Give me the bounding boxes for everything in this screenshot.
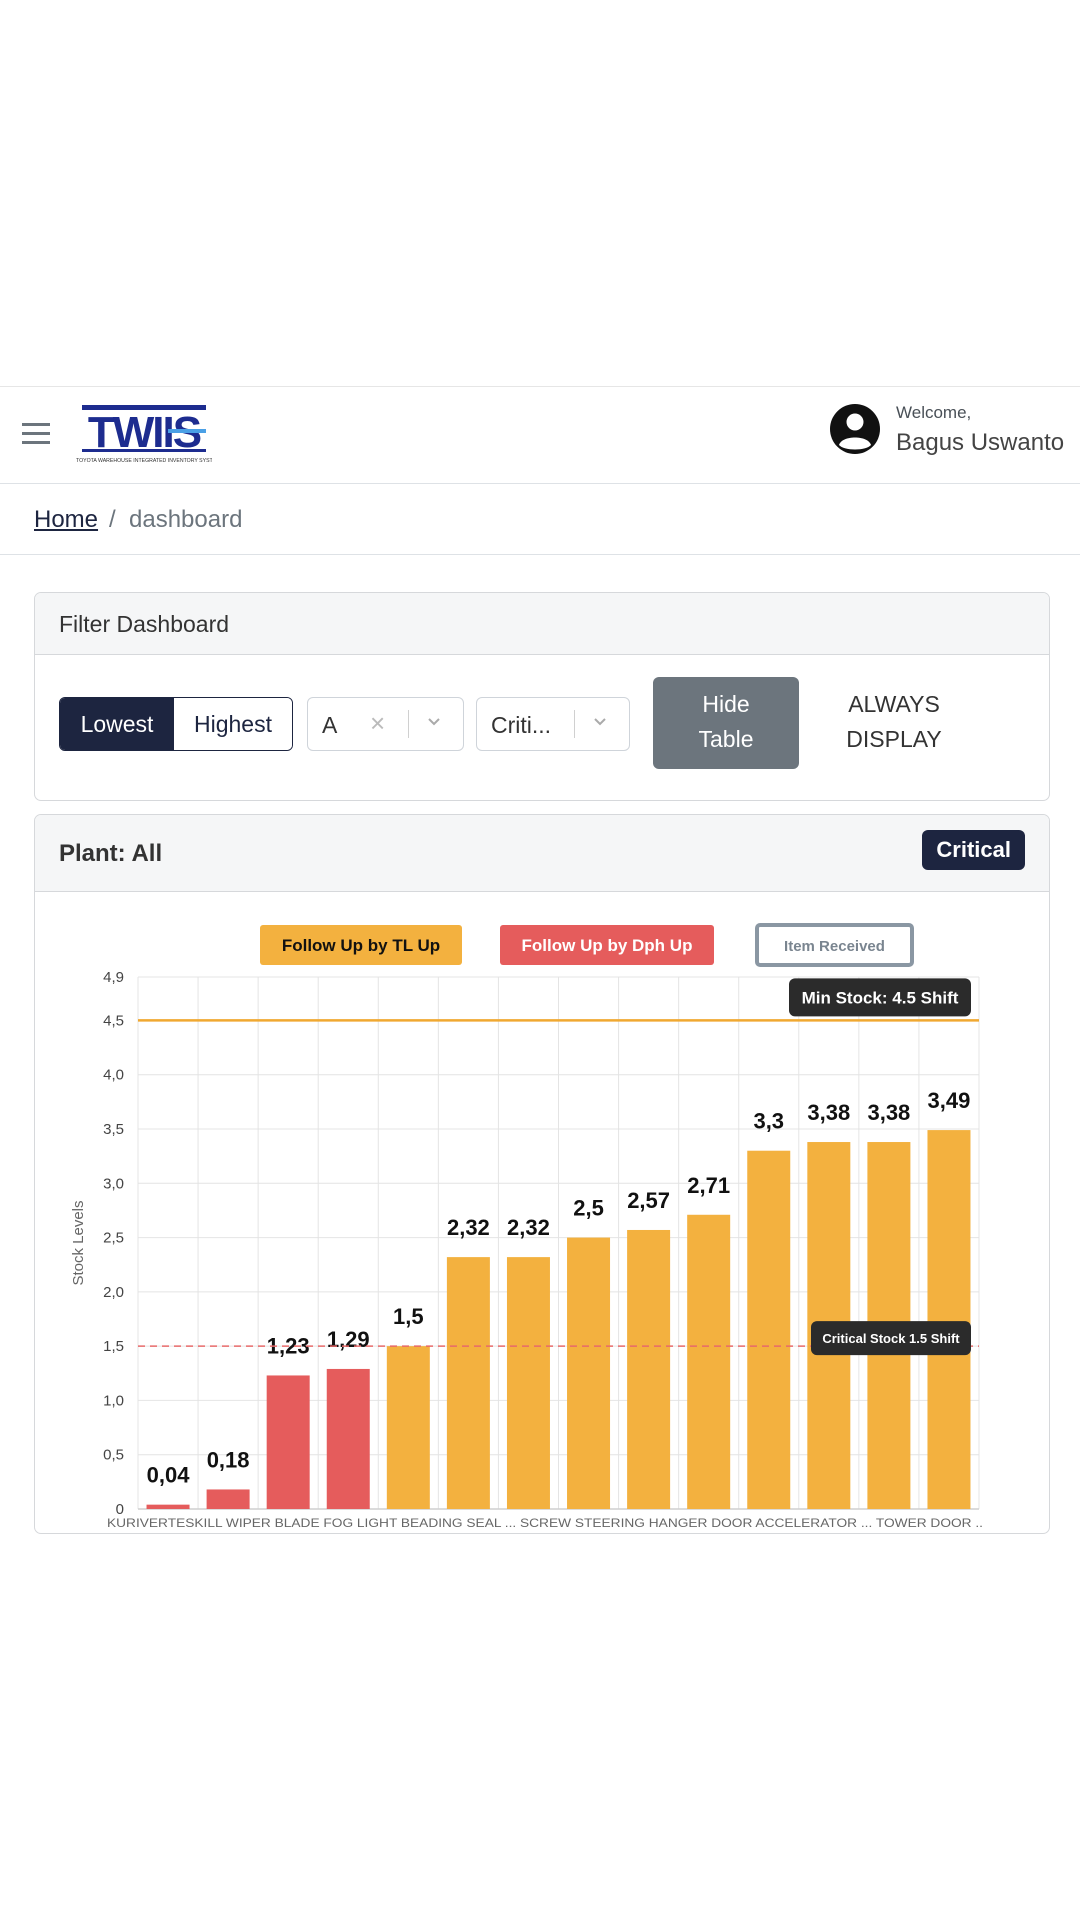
- chart-card-header: Plant: All Critical: [35, 815, 1049, 892]
- breadcrumb-separator: /: [109, 506, 116, 533]
- bar-value-label: 0,04: [147, 1463, 191, 1488]
- bar-value-label: 2,57: [627, 1188, 670, 1213]
- clear-icon[interactable]: ×: [370, 708, 385, 739]
- critical-stock-annotation: Critical Stock 1.5 Shift: [822, 1331, 960, 1346]
- chart-bar[interactable]: [747, 1150, 791, 1509]
- user-avatar-icon[interactable]: [829, 403, 881, 455]
- y-tick-label: 3,5: [103, 1121, 124, 1138]
- y-tick-label: 4,9: [103, 969, 124, 986]
- bar-value-label: 3,49: [928, 1088, 971, 1113]
- bar-value-label: 3,38: [807, 1100, 850, 1125]
- breadcrumb-home-link[interactable]: Home: [34, 506, 98, 534]
- sort-lowest-button[interactable]: Lowest: [60, 698, 174, 750]
- plant-select[interactable]: A ×: [307, 697, 464, 751]
- bar-value-label: 2,71: [687, 1173, 730, 1198]
- chart-bar[interactable]: [927, 1130, 971, 1509]
- bar-value-label: 2,32: [447, 1215, 490, 1240]
- chart-bar[interactable]: [206, 1489, 250, 1509]
- breadcrumb: Home / dashboard: [0, 482, 1080, 555]
- chart-bar[interactable]: [146, 1504, 190, 1509]
- plant-select-value: A: [322, 712, 338, 738]
- status-select[interactable]: Criti...: [476, 697, 630, 751]
- chevron-down-icon[interactable]: [594, 716, 606, 728]
- y-tick-label: 2,0: [103, 1284, 124, 1301]
- hamburger-menu-icon[interactable]: [22, 417, 50, 447]
- bar-value-label: 1,29: [327, 1327, 370, 1352]
- min-stock-annotation: Min Stock: 4.5 Shift: [802, 988, 959, 1007]
- top-navbar: TWIIS TOYOTA WAREHOUSE INTEGRATED INVENT…: [0, 386, 1080, 484]
- filter-title: Filter Dashboard: [59, 611, 230, 637]
- legend-label[interactable]: Follow Up by Dph Up: [522, 936, 693, 955]
- chart-bar[interactable]: [687, 1214, 731, 1509]
- sort-highest-button[interactable]: Highest: [174, 698, 292, 750]
- y-tick-label: 0,5: [103, 1447, 124, 1464]
- bar-value-label: 2,5: [573, 1196, 604, 1221]
- hide-table-button[interactable]: Hide Table: [653, 677, 799, 769]
- y-axis-label: Stock Levels: [70, 1200, 87, 1285]
- chart-bar[interactable]: [567, 1237, 611, 1509]
- chart-bar[interactable]: [266, 1375, 310, 1509]
- bar-value-label: 3,38: [867, 1100, 910, 1125]
- twiis-logo[interactable]: TWIIS TOYOTA WAREHOUSE INTEGRATED INVENT…: [76, 399, 221, 465]
- welcome-text: Welcome,: [896, 403, 972, 422]
- chart-bar[interactable]: [506, 1257, 550, 1509]
- legend-label[interactable]: Item Received: [784, 938, 885, 955]
- y-tick-label: 4,5: [103, 1012, 124, 1029]
- status-select-value: Criti...: [491, 712, 552, 738]
- user-name: Bagus Uswanto: [896, 429, 1065, 456]
- bar-value-label: 3,3: [753, 1109, 784, 1134]
- chart-bar[interactable]: [446, 1257, 490, 1509]
- filter-dashboard-card: Filter Dashboard Lowest Highest A × Crit…: [34, 592, 1050, 801]
- bar-value-label: 2,32: [507, 1215, 550, 1240]
- critical-badge: Critical: [922, 830, 1025, 870]
- always-display-toggle[interactable]: ALWAYS DISPLAY: [825, 687, 963, 757]
- select-separator: [408, 710, 409, 738]
- filter-card-header: Filter Dashboard: [35, 593, 1049, 655]
- bar-value-label: 0,18: [207, 1447, 250, 1472]
- bar-value-label: 1,5: [393, 1304, 424, 1329]
- sort-toggle-group: Lowest Highest: [59, 697, 293, 751]
- x-axis-labels: KURIVERTESKILL WIPER BLADE FOG LIGHT BEA…: [107, 1516, 983, 1530]
- y-tick-label: 4,0: [103, 1067, 124, 1084]
- select-separator: [574, 710, 575, 738]
- legend-label[interactable]: Follow Up by TL Up: [282, 936, 440, 955]
- breadcrumb-current: dashboard: [129, 506, 243, 533]
- y-tick-label: 1,5: [103, 1338, 124, 1355]
- chart-bar[interactable]: [326, 1368, 370, 1509]
- svg-text:TOYOTA WAREHOUSE INTEGRATED IN: TOYOTA WAREHOUSE INTEGRATED INVENTORY SY…: [76, 458, 212, 464]
- stock-chart: Follow Up by TL Up Follow Up by Dph Up Ite…: [70, 923, 983, 1530]
- chart-card: Plant: All Critical Follow Up by TL Up Fo…: [34, 814, 1050, 1534]
- chart-bar[interactable]: [627, 1229, 671, 1509]
- y-tick-label: 3,0: [103, 1175, 124, 1192]
- y-tick-label: 1,0: [103, 1392, 124, 1409]
- plant-label: Plant: All: [59, 840, 163, 867]
- chart-bar[interactable]: [386, 1346, 430, 1509]
- chevron-down-icon[interactable]: [428, 716, 440, 728]
- y-tick-label: 2,5: [103, 1230, 124, 1247]
